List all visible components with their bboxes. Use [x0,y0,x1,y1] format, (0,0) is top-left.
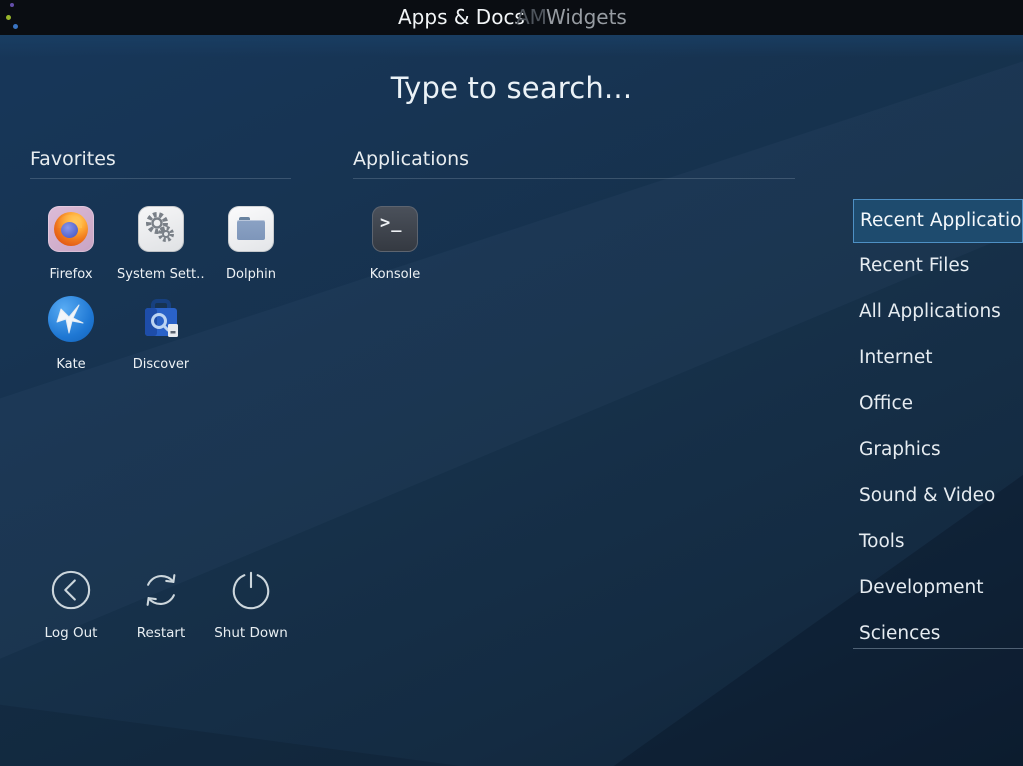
app-label: Firefox [49,267,92,282]
discover-icon [138,296,184,342]
app-launcher-system-settings[interactable]: System Sett… [116,203,206,282]
dolphin-icon [228,206,274,252]
sidebar-item-tools[interactable]: Tools [853,519,1023,565]
sidebar-item-office[interactable]: Office [853,381,1023,427]
favorites-divider [30,178,291,179]
app-launcher-kate[interactable]: Kate [26,293,116,372]
sidebar-item-graphics[interactable]: Graphics [853,427,1023,473]
sidebar-end-divider [853,648,1023,649]
app-launcher-firefox[interactable]: Firefox [26,203,116,282]
panel-indicator-dot [13,24,18,29]
app-label: Kate [56,357,85,372]
app-label: Konsole [370,267,420,282]
app-label: System Sett… [117,267,205,282]
restart-icon [140,569,182,611]
sidebar-item-all-applications[interactable]: All Applications [853,289,1023,335]
terminal-prompt-glyph: >_ [380,213,402,233]
app-launcher-konsole[interactable]: >_ Konsole [350,203,440,282]
app-label: Dolphin [226,267,276,282]
restart-button[interactable]: Restart [116,566,206,641]
favorites-section-title: Favorites [30,148,116,170]
firefox-icon [48,206,94,252]
app-label: Discover [133,357,190,372]
sidebar-item-development[interactable]: Development [853,565,1023,611]
sidebar-item-internet[interactable]: Internet [853,335,1023,381]
app-launcher-dolphin[interactable]: Dolphin [206,203,296,282]
panel-indicator-dot [6,15,11,20]
kate-icon [48,296,94,342]
logout-button[interactable]: Log Out [26,566,116,641]
applications-section-title: Applications [353,148,469,170]
session-label: Log Out [45,625,98,641]
category-sidebar: Recent Applications Recent Files All App… [853,199,1023,657]
tab-apps-and-docs[interactable]: Apps & Docs [398,3,525,31]
system-settings-icon [138,206,184,252]
logout-icon [50,569,92,611]
konsole-icon: >_ [372,206,418,252]
session-label: Restart [137,625,186,641]
tab-widgets[interactable]: Widgets [546,3,627,31]
applications-divider [353,178,795,179]
sidebar-item-sciences[interactable]: Sciences [853,611,1023,657]
app-launcher-discover[interactable]: Discover [116,293,206,372]
sidebar-item-sound-video[interactable]: Sound & Video [853,473,1023,519]
shutdown-button[interactable]: Shut Down [206,566,296,641]
shutdown-icon [230,569,272,611]
panel-indicator-dot [10,3,14,7]
sidebar-item-recent-files[interactable]: Recent Files [853,243,1023,289]
top-panel: Apps & Docs AM Widgets [0,0,1023,35]
sidebar-item-recent-applications[interactable]: Recent Applications [853,199,1023,243]
panel-clock-ghost: AM [516,3,547,31]
session-label: Shut Down [214,625,288,641]
search-input[interactable]: Type to search... [0,71,1023,105]
